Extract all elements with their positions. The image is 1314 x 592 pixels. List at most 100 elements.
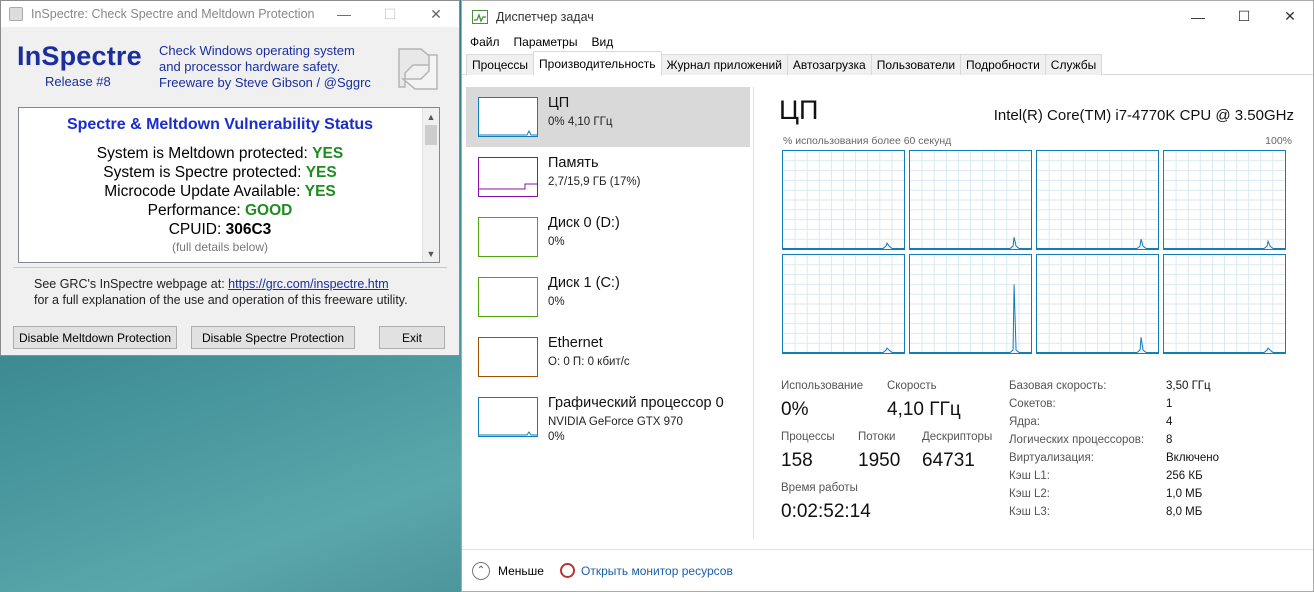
cores-label: Ядра:	[1009, 416, 1041, 428]
status-value: YES	[304, 183, 336, 200]
l3-cache-label: Кэш L3:	[1009, 506, 1050, 518]
inspectre-titlebar[interactable]: InSpectre: Check Spectre and Meltdown Pr…	[1, 1, 459, 27]
resource-monitor-icon	[559, 563, 575, 578]
minimize-button[interactable]: —	[1175, 1, 1221, 32]
l2-cache-label: Кэш L2:	[1009, 488, 1050, 500]
resource-disk0[interactable]: Диск 0 (D:) 0%	[466, 207, 750, 267]
memory-thumbnail	[478, 157, 538, 197]
chevron-up-icon[interactable]: ⌃	[472, 561, 490, 580]
resource-disk1[interactable]: Диск 1 (C:) 0%	[466, 267, 750, 327]
webpage-note-line2: for a full explanation of the use and op…	[34, 293, 408, 307]
sockets-label: Сокетов:	[1009, 398, 1056, 410]
resource-gpu[interactable]: Графический процессор 0 NVIDIA GeForce G…	[466, 387, 750, 447]
menu-options[interactable]: Параметры	[514, 35, 578, 49]
cpu-model: Intel(R) Core(TM) i7-4770K CPU @ 3.50GHz	[993, 107, 1294, 124]
cpu-core-graph	[1036, 150, 1159, 250]
menu-bar: Файл Параметры Вид	[462, 32, 1313, 52]
webpage-note: See GRC's InSpectre webpage at: https://…	[34, 276, 408, 308]
task-manager-icon	[472, 9, 488, 24]
grc-webpage-link[interactable]: https://grc.com/inspectre.htm	[228, 277, 388, 291]
status-label: Performance:	[147, 202, 241, 219]
scroll-thumb[interactable]	[425, 125, 437, 145]
logical-processors-label: Логических процессоров:	[1009, 434, 1145, 446]
resource-name: Ethernet	[548, 335, 603, 351]
status-line-cpuid: CPUID: 306C3	[19, 220, 421, 239]
cpu-core-graph	[909, 254, 1032, 354]
resource-cpu[interactable]: ЦП 0% 4,10 ГГц	[466, 87, 750, 147]
tab-users[interactable]: Пользователи	[870, 54, 962, 75]
taskmgr-window-title: Диспетчер задач	[496, 9, 594, 24]
tab-processes[interactable]: Процессы	[466, 54, 535, 75]
cores-value: 4	[1166, 416, 1173, 428]
close-button[interactable]: ✕	[1267, 1, 1313, 32]
speed-label: Скорость	[887, 380, 937, 392]
inspectre-logo: InSpectre	[17, 41, 142, 71]
resource-ethernet[interactable]: Ethernet О: 0 П: 0 кбит/с	[466, 327, 750, 387]
l3-cache-value: 8,0 МБ	[1166, 506, 1203, 518]
minimize-button[interactable]: —	[321, 1, 367, 27]
threads-label: Потоки	[858, 431, 896, 443]
maximize-button[interactable]: ☐	[1221, 1, 1267, 32]
sockets-value: 1	[1166, 398, 1173, 410]
menu-view[interactable]: Вид	[591, 35, 613, 49]
virtualization-value: Включено	[1166, 452, 1220, 464]
divider	[13, 267, 447, 268]
threads-value: 1950	[858, 450, 901, 471]
handles-value: 64731	[922, 450, 975, 471]
cpu-heading: ЦП	[779, 95, 819, 125]
inspectre-app-icon	[9, 7, 23, 21]
cpu-thumbnail	[478, 97, 538, 137]
cpu-core-graph	[909, 150, 1032, 250]
tab-bar: Процессы Производительность Журнал прило…	[462, 51, 1313, 75]
cpu-core-graph	[1036, 254, 1159, 354]
graph-max-label: 100%	[1265, 135, 1292, 147]
maximize-button[interactable]: ☐	[367, 1, 413, 27]
fewer-details-button[interactable]: Меньше	[498, 564, 544, 578]
usage-value: 0%	[781, 399, 809, 420]
resource-name: Графический процессор 0	[548, 395, 724, 411]
speed-value: 4,10 ГГц	[887, 399, 961, 420]
status-line-spectre: System is Spectre protected: YES	[19, 163, 421, 182]
cpu-core-graph	[782, 150, 905, 250]
cpu-core-graph	[1163, 254, 1286, 354]
status-label: CPUID:	[168, 221, 222, 238]
desc-line: and processor hardware safety.	[159, 59, 341, 74]
close-button[interactable]: ✕	[413, 1, 459, 27]
tab-details[interactable]: Подробности	[960, 54, 1046, 75]
menu-file[interactable]: Файл	[470, 35, 500, 49]
exit-button[interactable]: Exit	[379, 326, 445, 349]
resource-sub: NVIDIA GeForce GTX 970 0%	[548, 415, 683, 445]
status-scrollbar[interactable]: ▲ ▼	[422, 108, 439, 262]
grc-logo-icon	[398, 48, 438, 90]
gpu-usage: 0%	[548, 431, 565, 443]
graph-caption: % использования более 60 секунд	[783, 135, 952, 147]
status-value: GOOD	[244, 202, 293, 219]
tab-services[interactable]: Службы	[1044, 54, 1103, 75]
uptime-value: 0:02:52:14	[781, 501, 871, 522]
resource-list: ЦП 0% 4,10 ГГц Память 2,7/15,9 ГБ (17%) …	[466, 87, 752, 547]
taskmgr-titlebar[interactable]: Диспетчер задач — ☐ ✕	[462, 1, 1313, 32]
status-label: System is Spectre protected:	[103, 164, 302, 181]
base-speed-label: Базовая скорость:	[1009, 380, 1107, 392]
usage-label: Использование	[781, 380, 864, 392]
details-hint: (full details below)	[171, 240, 269, 254]
pane-divider[interactable]	[753, 87, 754, 539]
tab-app-history[interactable]: Журнал приложений	[660, 54, 788, 75]
resource-sub: 0%	[548, 236, 565, 248]
taskmgr-footer: ⌃ Меньше Открыть монитор ресурсов	[462, 549, 1313, 591]
tab-startup[interactable]: Автозагрузка	[786, 54, 872, 75]
disable-spectre-button[interactable]: Disable Spectre Protection	[191, 326, 355, 349]
status-title: Spectre & Meltdown Vulnerability Status	[66, 116, 374, 133]
status-panel[interactable]: Spectre & Meltdown Vulnerability Status …	[18, 107, 440, 263]
resource-memory[interactable]: Память 2,7/15,9 ГБ (17%)	[466, 147, 750, 207]
tab-performance[interactable]: Производительность	[533, 51, 662, 75]
desc-line: Freeware by Steve Gibson / @Sggrc	[159, 75, 371, 90]
scroll-up-icon[interactable]: ▲	[423, 108, 439, 125]
resource-name: Диск 0 (D:)	[548, 215, 620, 231]
disable-meltdown-button[interactable]: Disable Meltdown Protection	[13, 326, 177, 349]
scroll-down-icon[interactable]: ▼	[423, 245, 439, 262]
status-value: 306C3	[225, 221, 272, 238]
resource-name: ЦП	[548, 95, 570, 111]
open-resource-monitor-link[interactable]: Открыть монитор ресурсов	[581, 564, 733, 578]
l1-cache-label: Кэш L1:	[1009, 470, 1050, 482]
